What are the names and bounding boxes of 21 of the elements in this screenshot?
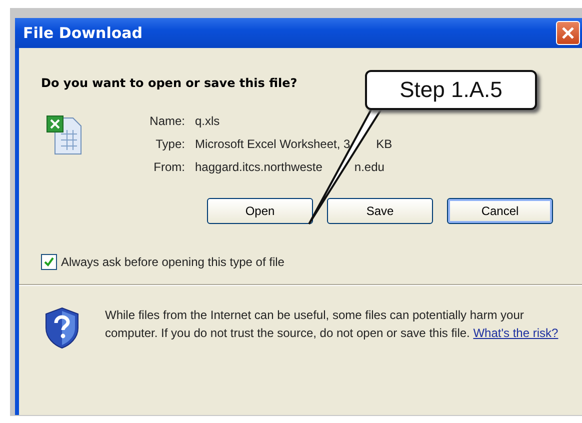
close-icon <box>561 26 575 40</box>
cancel-button[interactable]: Cancel <box>447 198 553 224</box>
field-value: q.xls <box>195 114 220 128</box>
shield-question-icon <box>43 306 81 350</box>
checkbox-label: Always ask before opening this type of file <box>61 255 284 269</box>
step-callout: Step 1.A.5 <box>365 70 537 110</box>
open-button[interactable]: Open <box>207 198 313 224</box>
field-value: KB <box>376 137 392 151</box>
field-value: Microsoft Excel Worksheet, 3 <box>195 137 350 151</box>
field-label: From: <box>152 160 185 174</box>
field-value: haggard.itcs.northweste <box>195 160 322 174</box>
field-label: Name: <box>148 114 185 128</box>
risk-link[interactable]: What's the risk? <box>473 326 558 340</box>
field-value: n.edu <box>354 160 384 174</box>
checkbox[interactable] <box>41 254 57 270</box>
save-button[interactable]: Save <box>327 198 433 224</box>
close-button[interactable] <box>556 21 580 45</box>
window-title: File Download <box>23 24 143 42</box>
dialog-question: Do you want to open or save this file? <box>41 76 298 90</box>
warning-text: While files from the Internet can be useful, some files can potentially harm your computer. If you do not trust the source, do not open or save this file. What's the risk? <box>105 307 560 342</box>
field-label: Type: <box>154 137 185 151</box>
